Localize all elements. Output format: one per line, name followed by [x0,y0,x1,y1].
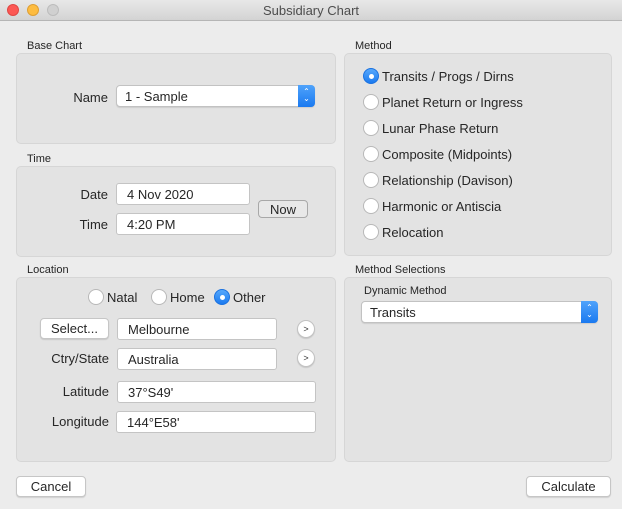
method-option[interactable]: Relocation [363,224,443,240]
dynamic-method-value: Transits [370,305,416,320]
latitude-field[interactable]: 37°S49' [117,381,316,403]
time-field[interactable]: 4:20 PM [116,213,250,235]
select-arrows-icon: ⌃ ⌄ [581,301,598,323]
country-field[interactable]: Australia [117,348,277,370]
location-section-label: Location [27,264,69,276]
date-label: Date [80,187,108,202]
natal-label: Natal [107,289,138,305]
location-option-home[interactable]: Home [151,289,205,305]
radio-lunar-phase[interactable] [363,120,379,136]
name-label: Name [73,90,108,105]
now-button[interactable]: Now [258,200,308,218]
place-arrow-button[interactable]: > [297,320,315,338]
base-chart-section-label: Base Chart [27,40,83,52]
location-option-natal[interactable]: Natal [88,289,137,305]
time-section-label: Time [27,153,52,165]
radio-composite[interactable] [363,146,379,162]
select-place-button[interactable]: Select... [40,318,109,339]
country-label: Ctry/State [51,351,109,366]
longitude-field[interactable]: 144°E58' [116,411,316,433]
method-option-label: Relationship (Davison) [382,172,513,188]
home-label: Home [170,289,205,305]
method-option[interactable]: Composite (Midpoints) [363,146,512,162]
longitude-label: Longitude [51,414,109,429]
chevron-right-icon: > [303,324,309,334]
method-option-label: Relocation [382,224,444,240]
chart-name-select[interactable]: 1 - Sample ⌃ ⌄ [116,85,315,107]
radio-other[interactable] [214,289,230,305]
method-option-label: Transits / Progs / Dirns [382,68,514,84]
country-arrow-button[interactable]: > [297,349,315,367]
radio-harmonic[interactable] [363,198,379,214]
time-label: Time [79,217,108,232]
method-option[interactable]: Harmonic or Antiscia [363,198,501,214]
radio-natal[interactable] [88,289,104,305]
cancel-button[interactable]: Cancel [16,476,86,497]
radio-relationship[interactable] [363,172,379,188]
calculate-button[interactable]: Calculate [526,476,611,497]
chevron-right-icon: > [303,353,309,363]
method-option-label: Planet Return or Ingress [382,94,523,110]
radio-home[interactable] [151,289,167,305]
method-option-label: Harmonic or Antiscia [382,198,502,214]
title-bar: Subsidiary Chart [0,0,622,21]
radio-relocation[interactable] [363,224,379,240]
dynamic-method-select[interactable]: Transits ⌃ ⌄ [361,301,598,323]
select-arrows-icon: ⌃ ⌄ [298,85,315,107]
method-selections-section-label: Method Selections [355,264,446,276]
method-section-label: Method [355,40,392,52]
place-field[interactable]: Melbourne [117,318,277,340]
dynamic-method-label: Dynamic Method [364,285,447,297]
other-label: Other [233,289,266,305]
method-option-label: Lunar Phase Return [382,120,499,136]
method-option[interactable]: Relationship (Davison) [363,172,513,188]
method-option[interactable]: Planet Return or Ingress [363,94,523,110]
window-title: Subsidiary Chart [262,3,360,18]
radio-transits[interactable] [363,68,379,84]
method-option[interactable]: Lunar Phase Return [363,120,498,136]
radio-planet-return[interactable] [363,94,379,110]
location-option-other[interactable]: Other [214,289,266,305]
method-option-label: Composite (Midpoints) [382,146,513,162]
latitude-label: Latitude [62,384,109,399]
chart-name-value: 1 - Sample [125,89,188,104]
method-option[interactable]: Transits / Progs / Dirns [363,68,514,84]
date-field[interactable]: 4 Nov 2020 [116,183,250,205]
